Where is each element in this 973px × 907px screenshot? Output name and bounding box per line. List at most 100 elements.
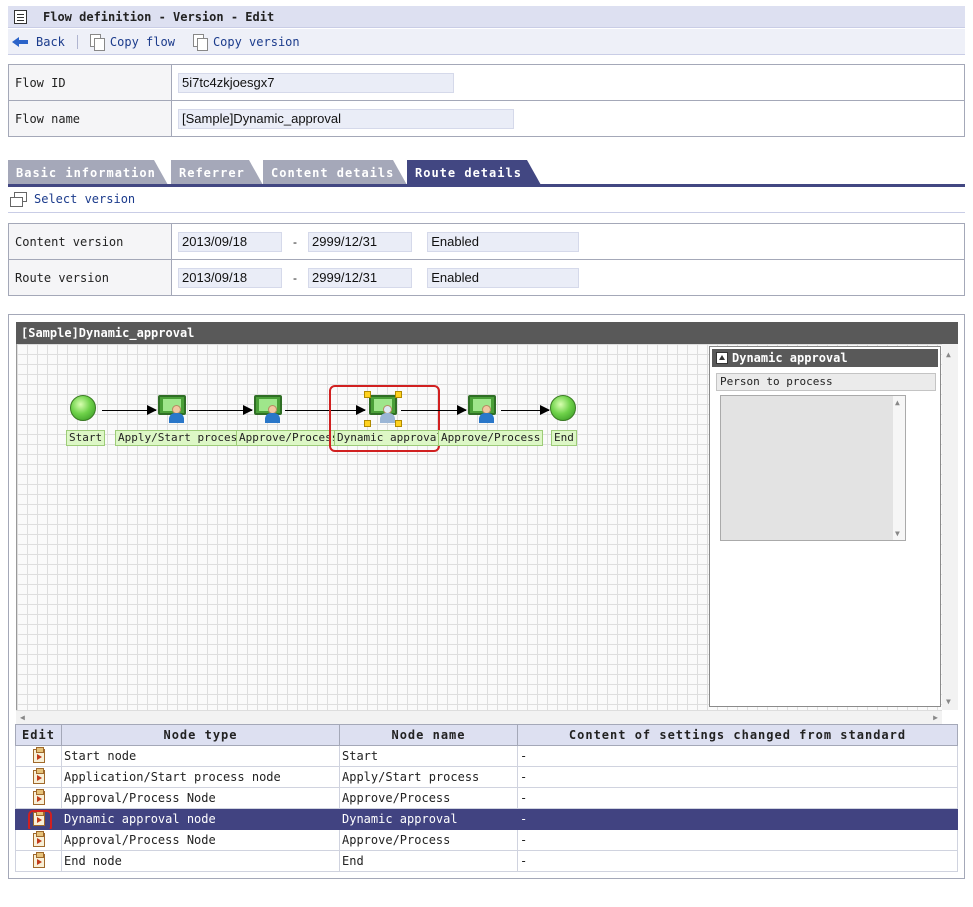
node-type-cell: Dynamic approval node: [61, 808, 340, 830]
flow-name-label: Flow name: [8, 100, 172, 137]
node-name-cell: End: [339, 850, 518, 872]
scroll-left-icon[interactable]: ◀: [20, 713, 25, 722]
route-from-date[interactable]: 2013/09/18: [178, 267, 282, 288]
scroll-up-icon[interactable]: ▲: [946, 350, 951, 359]
table-row-selected[interactable]: Dynamic approval node Dynamic approval -: [15, 808, 958, 830]
title-bar: Flow definition - Version - Edit: [8, 6, 965, 28]
back-arrow-icon: [12, 36, 30, 47]
flow-editor-title: [Sample]Dynamic_approval: [16, 322, 958, 344]
settings-changed-cell: -: [517, 808, 958, 830]
col-settings-changed: Content of settings changed from standar…: [517, 724, 958, 746]
flow-id-label: Flow ID: [8, 64, 172, 101]
node-name-cell: Start: [339, 745, 518, 767]
node-label-approve-process[interactable]: Approve/Process: [236, 430, 342, 446]
person-to-process-label: Person to process: [716, 373, 936, 391]
flow-info-table: Flow ID 5i7tc4zkjoesgx7 Flow name [Sampl…: [8, 64, 965, 137]
connector-arrow: [401, 405, 467, 415]
edit-icon[interactable]: [32, 789, 45, 806]
node-label-approve-process-2[interactable]: Approve/Process: [438, 430, 544, 446]
table-row[interactable]: Start node Start -: [15, 745, 958, 767]
col-node-type: Node type: [61, 724, 340, 746]
copy-version-label: Copy version: [212, 34, 300, 49]
route-to-date[interactable]: 2999/12/31: [308, 267, 412, 288]
start-node-icon[interactable]: [70, 395, 96, 421]
settings-changed-cell: -: [517, 829, 958, 851]
copy-icon: [192, 34, 208, 51]
page-title: Flow definition - Version - Edit: [43, 9, 275, 24]
node-label-end[interactable]: End: [551, 430, 577, 446]
copy-flow-label: Copy flow: [109, 34, 175, 49]
properties-title-text: Dynamic approval: [732, 351, 848, 365]
content-status: Enabled: [427, 231, 580, 252]
settings-changed-cell: -: [517, 850, 958, 872]
table-row[interactable]: Approval/Process Node Approve/Process -: [15, 829, 958, 851]
version-table: Content version 2013/09/18-2999/12/31 En…: [8, 223, 965, 296]
select-version-button[interactable]: Select version: [10, 192, 136, 207]
connector-arrow: [189, 405, 253, 415]
node-name-cell: Approve/Process: [339, 787, 518, 809]
table-row[interactable]: End node End -: [15, 850, 958, 872]
windows-icon: [10, 192, 27, 207]
toolbar: Back Copy flow Copy version: [8, 29, 965, 55]
scroll-down-icon[interactable]: ▼: [895, 529, 900, 538]
back-button[interactable]: Back: [12, 35, 65, 49]
properties-title: Dynamic approval: [712, 349, 938, 367]
collapse-icon[interactable]: [716, 352, 728, 364]
range-separator: -: [293, 270, 297, 285]
scroll-up-icon[interactable]: ▲: [895, 398, 900, 407]
list-scrollbar[interactable]: ▲ ▼: [893, 396, 905, 540]
content-to-date[interactable]: 2999/12/31: [308, 231, 412, 252]
scroll-down-icon[interactable]: ▼: [946, 697, 951, 706]
node-label-start[interactable]: Start: [66, 430, 106, 446]
tab-basic-information[interactable]: Basic information: [8, 160, 168, 185]
tab-referrer[interactable]: Referrer: [171, 160, 263, 185]
settings-changed-cell: -: [517, 787, 958, 809]
table-row[interactable]: Application/Start process node Apply/Sta…: [15, 766, 958, 788]
node-label-apply-start[interactable]: Apply/Start process: [115, 430, 247, 446]
table-row[interactable]: Approval/Process Node Approve/Process -: [15, 787, 958, 809]
content-from-date[interactable]: 2013/09/18: [178, 231, 282, 252]
clipboard-icon: [14, 9, 27, 24]
flow-id-field[interactable]: 5i7tc4zkjoesgx7: [178, 72, 454, 93]
tab-content-details[interactable]: Content details: [263, 160, 407, 185]
tab-underline: [8, 184, 965, 187]
scroll-right-icon[interactable]: ▶: [933, 713, 938, 722]
connector-arrow: [501, 405, 550, 415]
flow-canvas[interactable]: Start Apply/Start process Approve/Proces…: [16, 344, 942, 710]
node-type-cell: End node: [61, 850, 340, 872]
divider: [8, 212, 965, 213]
toolbar-divider: [76, 34, 78, 49]
user-node-icon[interactable]: [158, 395, 186, 423]
end-node-icon[interactable]: [550, 395, 576, 421]
node-properties-panel: Dynamic approval Person to process ▲ ▼: [709, 346, 941, 707]
user-node-icon[interactable]: [468, 395, 496, 423]
edit-icon[interactable]: [32, 852, 45, 869]
edit-icon[interactable]: [32, 747, 45, 764]
tab-route-details[interactable]: Route details: [407, 160, 541, 185]
tab-bar: Basic information Referrer Content detai…: [8, 158, 965, 187]
edit-icon[interactable]: [32, 768, 45, 785]
copy-flow-button[interactable]: Copy flow: [89, 34, 175, 51]
user-node-icon[interactable]: [254, 395, 282, 423]
settings-changed-cell: -: [517, 766, 958, 788]
canvas-vertical-scrollbar[interactable]: ▲ ▼: [942, 344, 958, 710]
edit-icon[interactable]: [32, 831, 45, 848]
copy-version-button[interactable]: Copy version: [192, 34, 300, 51]
person-to-process-list[interactable]: ▲ ▼: [720, 395, 906, 541]
flow-name-field[interactable]: [Sample]Dynamic_approval: [178, 108, 514, 129]
connector-arrow: [102, 405, 157, 415]
highlight-box: [28, 810, 52, 829]
range-separator: -: [293, 234, 297, 249]
select-version-label: Select version: [34, 192, 136, 206]
settings-changed-cell: -: [517, 745, 958, 767]
back-label: Back: [36, 34, 65, 49]
content-version-label: Content version: [8, 223, 172, 260]
col-edit: Edit: [15, 724, 62, 746]
canvas-horizontal-scrollbar[interactable]: ◀ ▶: [16, 710, 942, 725]
node-table: Edit Node type Node name Content of sett…: [15, 724, 958, 872]
highlight-box: [329, 385, 440, 452]
node-type-cell: Approval/Process Node: [61, 787, 340, 809]
node-name-cell: Dynamic approval: [339, 808, 518, 830]
route-status: Enabled: [427, 267, 580, 288]
node-type-cell: Application/Start process node: [61, 766, 340, 788]
